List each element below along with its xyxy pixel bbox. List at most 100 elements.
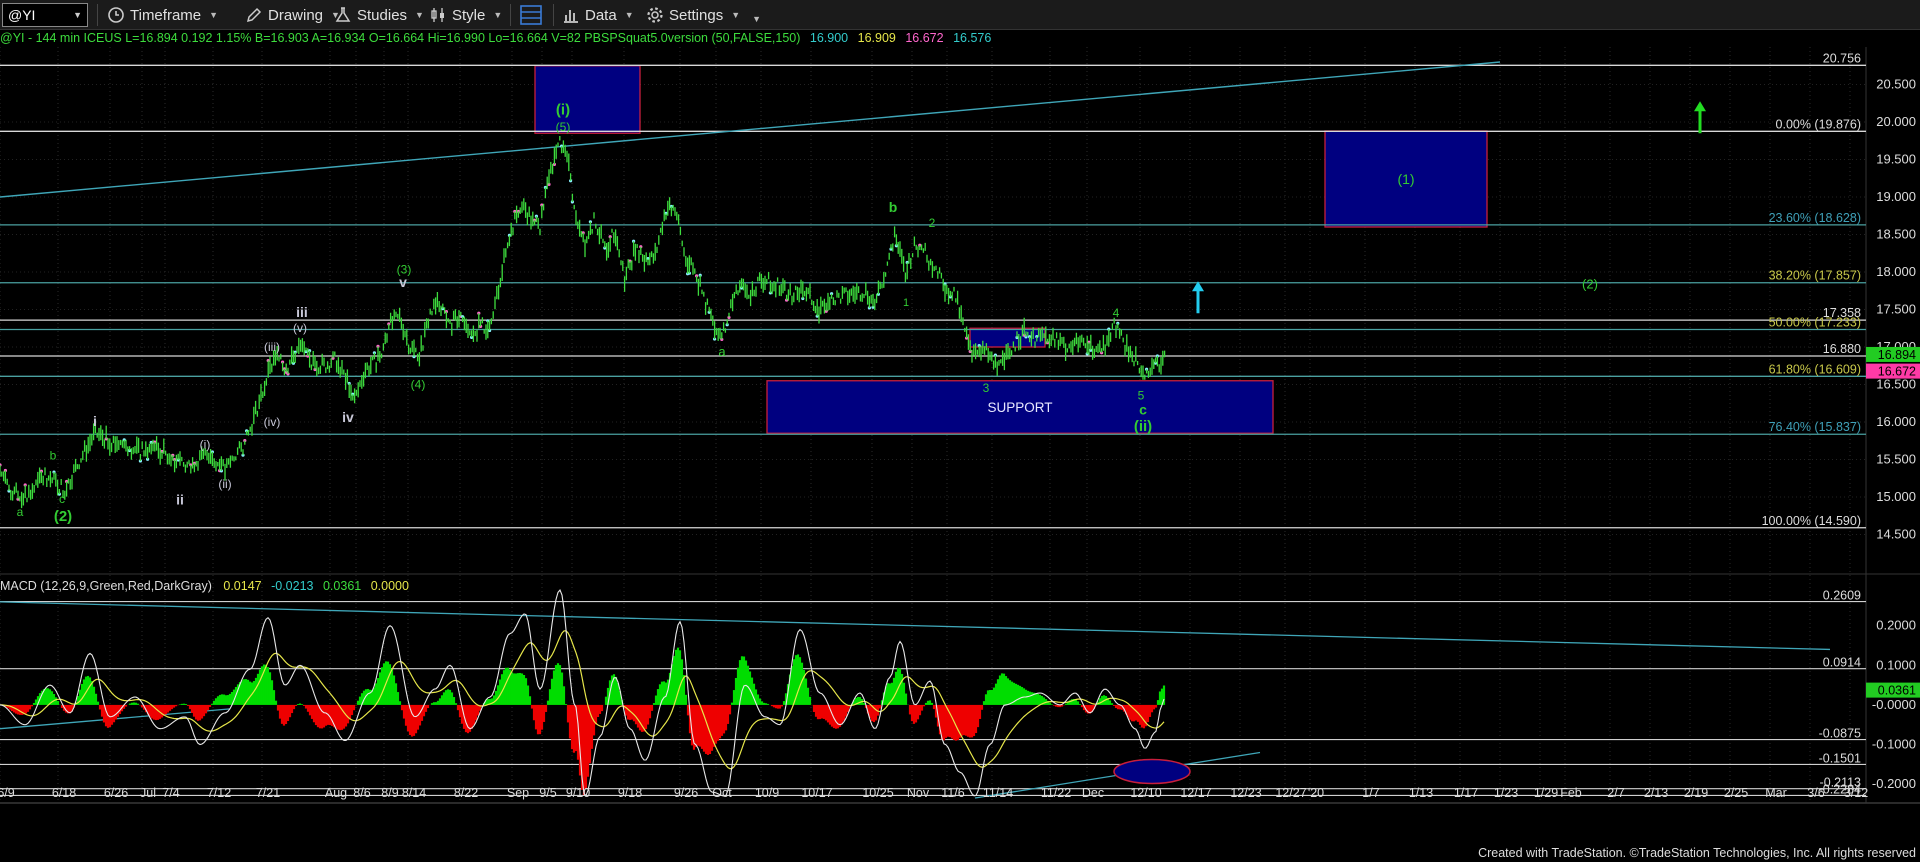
wave-label: c xyxy=(1139,402,1147,418)
macd-name: MACD (12,26,9,Green,Red,DarkGray) xyxy=(0,579,212,593)
price-tag-label: 16.894 xyxy=(1878,348,1916,362)
info-value-2: 16.909 xyxy=(857,31,896,45)
wave-label: (4) xyxy=(411,377,426,391)
zone-box-label: SUPPORT xyxy=(987,400,1052,415)
x-tick-label: 11/14 xyxy=(983,786,1013,800)
info-value-3: 16.672 xyxy=(905,31,944,45)
price-chart[interactable]: (1) SUPPORT 20.756 0.00% (19.876) 23.60% (1… xyxy=(0,0,1920,862)
wave-label: (ii) xyxy=(218,477,231,491)
y-tick-label: 17.500 xyxy=(1876,302,1916,317)
x-tick-label: 8/14 xyxy=(402,786,426,800)
x-tick-label: 2/25 xyxy=(1724,786,1748,800)
wave-label: (i) xyxy=(200,437,211,451)
x-tick-label: 12/27 xyxy=(1275,786,1306,800)
y-tick-label: 19.000 xyxy=(1876,189,1916,204)
price-series xyxy=(0,136,1166,509)
x-tick-label: 12/23 xyxy=(1230,786,1261,800)
x-tick-label: 6/9 xyxy=(0,786,15,800)
info-value-1: 16.900 xyxy=(809,31,849,45)
wave-label: 3 xyxy=(983,381,990,395)
trend-lines xyxy=(0,61,1501,198)
wave-label: a xyxy=(17,505,24,519)
wave-label: ii xyxy=(176,492,184,508)
x-tick-label: 1/7 xyxy=(1362,786,1379,800)
wave-label: b xyxy=(889,199,898,215)
x-tick-label: 9/26 xyxy=(674,786,698,800)
wave-label: iv xyxy=(342,409,354,425)
x-tick-label: 3/6 xyxy=(1807,786,1824,800)
macd-level-label: -0.0875 xyxy=(1819,727,1861,741)
x-tick-label: Jul xyxy=(140,786,156,800)
x-tick-label: 6/18 xyxy=(52,786,76,800)
wave-label: (2) xyxy=(1582,277,1598,292)
x-tick-label: Dec xyxy=(1082,786,1104,800)
x-tick-label: Nov xyxy=(907,786,930,800)
y-tick-label: 20.000 xyxy=(1876,114,1916,129)
wave-label: a xyxy=(718,344,726,359)
x-tick-label: 9/10 xyxy=(566,786,590,800)
x-tick-label: 12/10 xyxy=(1130,786,1161,800)
wave-label: 2 xyxy=(929,216,936,230)
x-tick-label: 10/9 xyxy=(755,786,779,800)
wave-label: (2) xyxy=(54,508,72,525)
macd-value: 0.0147 xyxy=(223,579,262,593)
macd-header: MACD (12,26,9,Green,Red,DarkGray) 0.0147… xyxy=(0,578,409,594)
price-level-label: 100.00% (14.590) xyxy=(1762,514,1861,528)
wave-label: (5) xyxy=(556,120,571,134)
symbol-info-bar: @YI - 144 min ICEUS L=16.894 0.192 1.15%… xyxy=(0,30,1920,47)
macd-y-tick-label: 0.1000 xyxy=(1876,657,1916,672)
x-tick-label: 6/26 xyxy=(104,786,128,800)
wave-label: i xyxy=(93,413,97,429)
price-trendline xyxy=(0,61,1501,198)
y-tick-label: 19.500 xyxy=(1876,152,1916,167)
x-tick-label: 9/5 xyxy=(539,786,556,800)
macd-y-tick-label: 0.2000 xyxy=(1876,618,1916,633)
x-tick-label: Oct xyxy=(712,786,732,800)
x-tick-label: 8/6 xyxy=(353,786,370,800)
x-tick-label: Mar xyxy=(1765,786,1787,800)
x-tick-label: 1/29 xyxy=(1534,786,1558,800)
price-bars xyxy=(0,136,1166,509)
macd-hist-value: 0.0361 xyxy=(322,579,362,593)
macd-price-tag-label: 0.0361 xyxy=(1878,684,1916,698)
wave-label: iii xyxy=(296,304,308,320)
wave-label: 1 xyxy=(903,297,909,309)
x-tick-label: 9/18 xyxy=(618,786,642,800)
macd-level-label: 0.2609 xyxy=(1823,589,1861,603)
x-tick-label: 1/17 xyxy=(1454,786,1478,800)
price-level-label: 0.00% (19.876) xyxy=(1776,117,1861,131)
macd-highlight-ellipse xyxy=(1113,758,1191,785)
macd-level-label: 0.0914 xyxy=(1823,656,1861,670)
axis-labels: 6/9 6/18 6/26 Jul 7/4 7/12 7/21 Aug 8/6 8/9 8/14 8/… xyxy=(0,77,1920,800)
price-level-label: 38.20% (17.857) xyxy=(1769,269,1861,283)
up-arrow-head-icon xyxy=(1694,101,1706,112)
zone-box xyxy=(534,65,641,134)
x-tick-label: 11/6 xyxy=(941,786,964,800)
wave-label: (iii) xyxy=(264,340,280,354)
copyright-footer: Created with TradeStation. ©TradeStation… xyxy=(1478,846,1916,860)
price-level-label: 76.40% (15.837) xyxy=(1769,420,1861,434)
price-level-label: 50.00% (17.233) xyxy=(1769,316,1861,330)
x-tick-label: Aug xyxy=(325,786,347,800)
x-tick-label: '20 xyxy=(1308,786,1324,800)
zone-boxes: (1) SUPPORT xyxy=(534,65,1488,434)
y-tick-label: 14.500 xyxy=(1876,527,1916,542)
wave-label: (v) xyxy=(293,321,307,335)
x-tick-label: 7/4 xyxy=(162,786,179,800)
wave-label: (iv) xyxy=(264,415,281,429)
y-tick-label: 15.000 xyxy=(1876,489,1916,504)
x-tick-label: 2/19 xyxy=(1684,786,1708,800)
y-tick-label: 18.000 xyxy=(1876,264,1916,279)
info-value-4: 16.576 xyxy=(953,31,992,45)
macd-level-label: -0.1501 xyxy=(1819,751,1861,765)
macd-panel: 0.26090.0914-0.0875-0.1501-0.2113-0.2284 xyxy=(0,589,1866,799)
wave-label: c xyxy=(59,492,65,506)
x-tick-label: 3/12 xyxy=(1844,786,1868,800)
x-tick-label: 2/13 xyxy=(1644,786,1668,800)
y-tick-label: 16.500 xyxy=(1876,377,1916,392)
wave-label: b xyxy=(50,449,57,463)
x-tick-label: 12/17 xyxy=(1180,786,1211,800)
x-tick-label: Feb xyxy=(1560,786,1582,800)
y-tick-label: 20.500 xyxy=(1876,77,1916,92)
macd-signal-value: -0.0213 xyxy=(271,579,314,593)
